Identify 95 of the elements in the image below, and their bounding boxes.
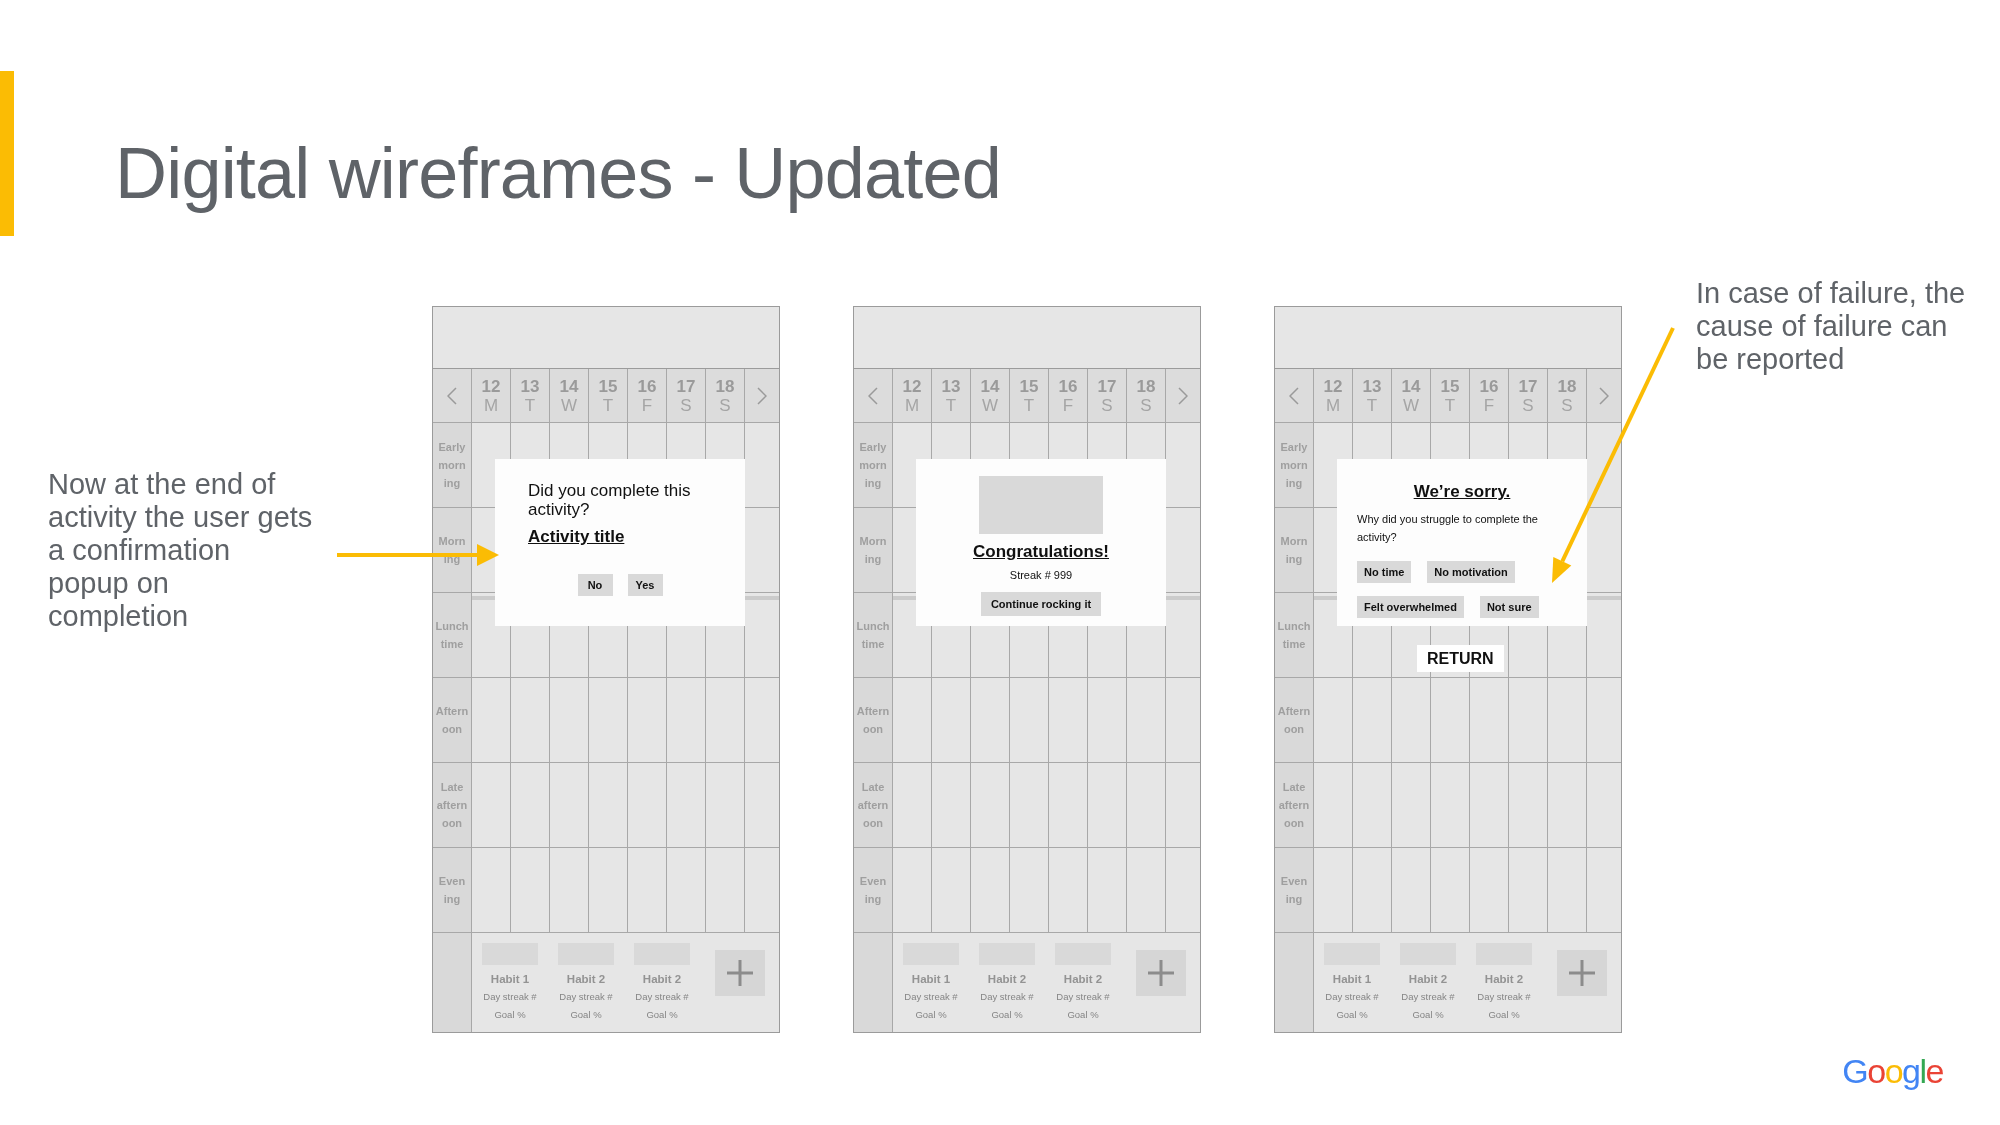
annotation-text: In case of failure, the cause of failure can be reported: [1696, 277, 1967, 376]
activity-title: Activity title: [528, 527, 626, 546]
day-number: 18: [1136, 376, 1156, 396]
streak-count: Streak # 999: [1009, 568, 1073, 582]
day-number: 17: [676, 376, 696, 396]
dialog-question: Why did you struggle to complete the activity?: [1357, 512, 1539, 545]
choice-button[interactable]: No: [577, 574, 613, 596]
dialog-heading: We’re sorry.: [1412, 482, 1512, 502]
habit-goal: Goal %: [1336, 1008, 1368, 1022]
chevron-left-icon[interactable]: [447, 386, 457, 405]
habit-streak: Day streak #: [1056, 990, 1110, 1004]
day-number: 16: [637, 376, 657, 396]
habit-streak: Day streak #: [904, 990, 958, 1004]
day-number: 18: [1557, 376, 1577, 396]
chevron-left-icon[interactable]: [868, 386, 878, 405]
habit-name: Habit 1: [1332, 972, 1372, 987]
day-number: 13: [1362, 376, 1382, 396]
time-slot-label: Early morn ing: [859, 440, 887, 491]
dialog-question: Did you complete this activity?: [528, 481, 692, 519]
day-number: 15: [1440, 376, 1460, 396]
chevron-left-icon[interactable]: [1289, 386, 1299, 405]
reason-option-button[interactable]: No motivation: [1427, 561, 1515, 583]
time-slot-label: Late aftern oon: [1278, 780, 1310, 831]
plus-icon: [1148, 960, 1174, 986]
time-slot-label: Late aftern oon: [436, 780, 468, 831]
time-slot-label: Even ing: [1280, 874, 1308, 907]
reason-option-button[interactable]: Felt overwhelmed: [1357, 596, 1464, 618]
return-button[interactable]: RETURN: [1417, 645, 1504, 672]
habit-name: Habit 1: [911, 972, 951, 987]
reason-option-button[interactable]: Not sure: [1479, 596, 1539, 618]
time-slot-label: Morn ing: [1280, 534, 1308, 567]
add-button[interactable]: [715, 950, 765, 996]
time-slot-label: Early morn ing: [1280, 440, 1308, 491]
time-slot-label: Aftern oon: [1277, 704, 1311, 737]
time-slot-label: Late aftern oon: [857, 780, 889, 831]
day-number: 17: [1518, 376, 1538, 396]
reason-option-button[interactable]: No time: [1357, 561, 1412, 583]
day-number: 15: [1019, 376, 1039, 396]
chevron-right-icon[interactable]: [1178, 386, 1188, 405]
habit-goal: Goal %: [1488, 1008, 1520, 1022]
habit-goal: Goal %: [915, 1008, 947, 1022]
day-number: 14: [559, 376, 579, 396]
day-number: 18: [715, 376, 735, 396]
day-number: 14: [1401, 376, 1421, 396]
habit-streak: Day streak #: [483, 990, 537, 1004]
day-number: 16: [1058, 376, 1078, 396]
day-number: 15: [598, 376, 618, 396]
plus-icon: [727, 960, 753, 986]
time-slot-label: Aftern oon: [856, 704, 890, 737]
habit-goal: Goal %: [1412, 1008, 1444, 1022]
time-slot-label: Early morn ing: [438, 440, 466, 491]
day-number: 13: [520, 376, 540, 396]
day-number: 16: [1479, 376, 1499, 396]
habit-streak: Day streak #: [559, 990, 613, 1004]
day-number: 13: [941, 376, 961, 396]
add-button[interactable]: [1136, 950, 1186, 996]
time-slot-label: Lunch time: [435, 619, 469, 652]
chevron-right-icon[interactable]: [1599, 386, 1609, 405]
chevron-right-icon[interactable]: [757, 386, 767, 405]
habit-streak: Day streak #: [1477, 990, 1531, 1004]
habit-streak: Day streak #: [635, 990, 689, 1004]
time-slot-label: Lunch time: [856, 619, 890, 652]
habit-goal: Goal %: [494, 1008, 526, 1022]
habit-name: Habit 2: [987, 972, 1027, 987]
habit-streak: Day streak #: [980, 990, 1034, 1004]
habit-name: Habit 2: [566, 972, 606, 987]
day-number: 14: [980, 376, 1000, 396]
habit-name: Habit 2: [1484, 972, 1524, 987]
day-number: 12: [481, 376, 501, 396]
day-number: 17: [1097, 376, 1117, 396]
habit-goal: Goal %: [1067, 1008, 1099, 1022]
choice-button[interactable]: Yes: [627, 574, 663, 596]
time-slot-label: Morn ing: [438, 534, 466, 567]
habit-goal: Goal %: [991, 1008, 1023, 1022]
habit-streak: Day streak #: [1401, 990, 1455, 1004]
habit-name: Habit 2: [1063, 972, 1103, 987]
logo: Google: [1842, 1054, 1943, 1088]
time-slot-label: Aftern oon: [435, 704, 469, 737]
day-number: 12: [902, 376, 922, 396]
habit-goal: Goal %: [646, 1008, 678, 1022]
habit-name: Habit 2: [1408, 972, 1448, 987]
continue-button[interactable]: Continue rocking it: [980, 592, 1102, 616]
day-number: 12: [1323, 376, 1343, 396]
plus-icon: [1569, 960, 1595, 986]
habit-goal: Goal %: [570, 1008, 602, 1022]
time-slot-label: Lunch time: [1277, 619, 1311, 652]
habit-name: Habit 2: [642, 972, 682, 987]
time-slot-label: Even ing: [438, 874, 466, 907]
dialog-heading: Congratulations!: [973, 542, 1109, 562]
annotation-text: Now at the end of activity the user gets a confirmation popup on completion: [48, 468, 314, 633]
habit-name: Habit 1: [490, 972, 530, 987]
time-slot-label: Even ing: [859, 874, 887, 907]
add-button[interactable]: [1557, 950, 1607, 996]
time-slot-label: Morn ing: [859, 534, 887, 567]
habit-streak: Day streak #: [1325, 990, 1379, 1004]
